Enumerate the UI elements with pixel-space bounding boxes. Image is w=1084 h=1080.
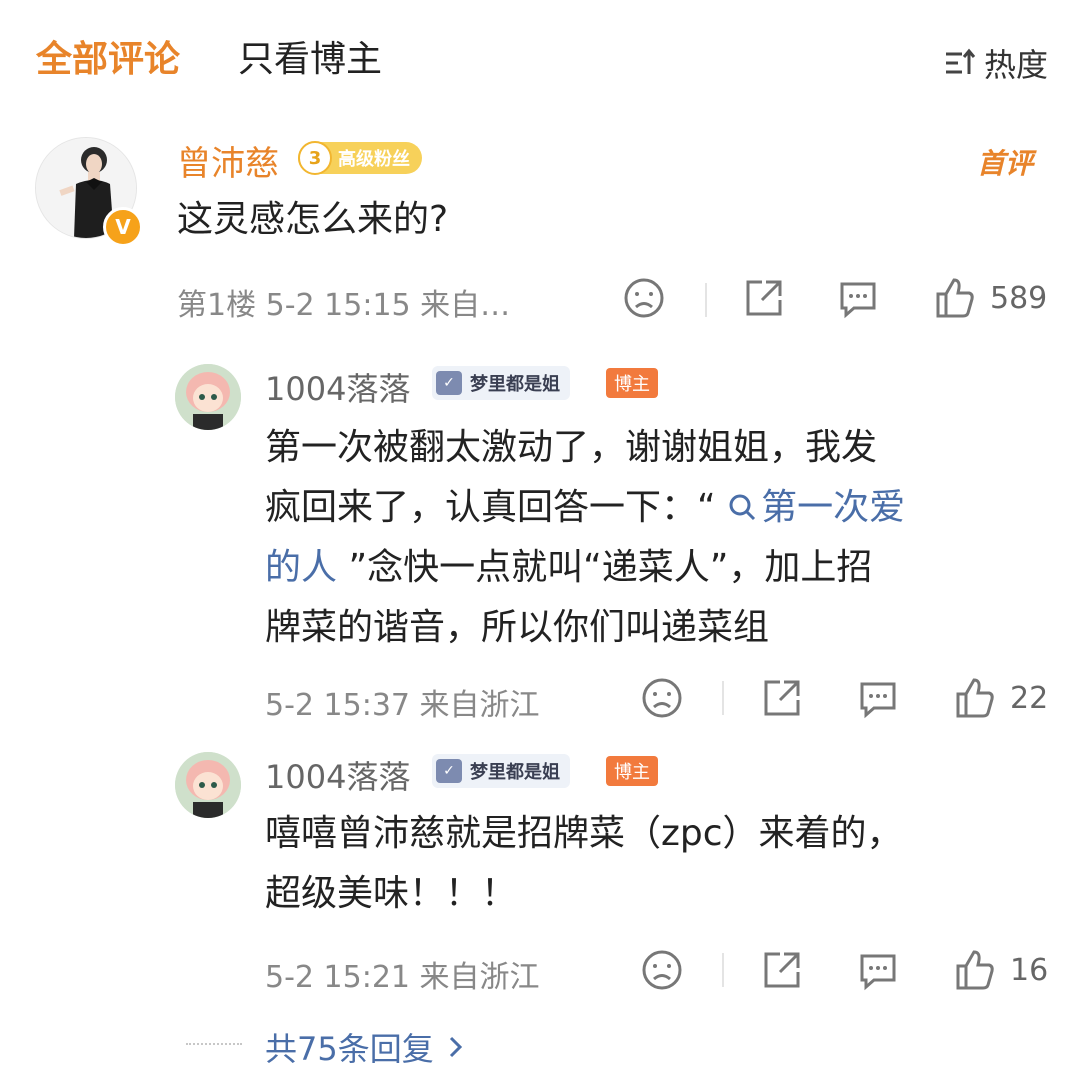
like-count: 22: [1010, 680, 1049, 716]
sort-icon: [946, 48, 976, 74]
more-replies-label: 共75条回复: [265, 1030, 434, 1068]
tab-all-comments[interactable]: 全部评论: [36, 40, 180, 80]
comment-meta: 第1楼 5-2 15:15 来自…: [177, 288, 511, 323]
reply-meta: 5-2 15:21 来自浙江: [265, 960, 540, 995]
like-button[interactable]: 16: [952, 948, 1048, 992]
sad-face-icon: [642, 678, 682, 718]
blogger-tag: 博主: [606, 368, 658, 398]
share-button[interactable]: [760, 676, 804, 720]
divider: [705, 283, 707, 317]
avatar-image: [175, 364, 241, 430]
dislike-button[interactable]: [622, 276, 666, 320]
share-icon: [746, 280, 782, 316]
share-icon: [764, 680, 800, 716]
fan-badge[interactable]: 3 高级粉丝: [298, 141, 422, 175]
tab-blogger-only[interactable]: 只看博主: [238, 40, 382, 80]
reply-button[interactable]: [856, 948, 900, 992]
topic-link-continued[interactable]: 的人: [265, 547, 337, 588]
reply-avatar[interactable]: [175, 364, 241, 430]
comment-icon: [860, 682, 896, 719]
first-comment-tag: 首评: [977, 147, 1034, 180]
sad-face-icon: [624, 278, 664, 318]
more-replies-link[interactable]: 共75条回复: [265, 1024, 466, 1070]
comment-icon: [860, 954, 896, 991]
share-icon: [764, 952, 800, 988]
reply-text-segment: 疯回来了，认真回答一下：“: [265, 487, 728, 528]
reply-text-segment: ”念快一点就叫“递菜人”，加上招: [337, 547, 873, 588]
topic-link-text: 第一次爱: [761, 487, 906, 528]
fan-badge-label: 高级粉丝: [338, 149, 410, 170]
reply-avatar[interactable]: [175, 752, 241, 818]
topic-link[interactable]: 第一次爱: [727, 487, 905, 528]
search-icon: [729, 494, 756, 521]
dislike-button[interactable]: [640, 948, 684, 992]
reply-text-line: 牌菜的谐音，所以你们叫递菜组: [265, 607, 770, 648]
reply-text: 嘻嘻曾沛慈就是招牌菜（zpc）来着的， 超级美味！！！: [265, 804, 1055, 924]
sort-button[interactable]: 热度: [944, 40, 1048, 86]
like-button[interactable]: 589: [932, 276, 1047, 320]
thumbs-up-icon: [936, 278, 974, 318]
dislike-button[interactable]: [640, 676, 684, 720]
chevron-right-icon: [449, 1036, 462, 1058]
reply-text-line: 的人 ”念快一点就叫“递菜人”，加上招: [265, 538, 1055, 598]
reply-username[interactable]: 1004落落: [265, 752, 410, 798]
share-button[interactable]: [742, 276, 786, 320]
share-button[interactable]: [760, 948, 804, 992]
blogger-tag: 博主: [606, 756, 658, 786]
dotted-divider: [186, 1043, 242, 1045]
like-count: 589: [990, 280, 1048, 316]
group-badge-icon: ✓: [436, 759, 462, 783]
sort-label: 热度: [984, 46, 1049, 84]
reply-text-line: 疯回来了，认真回答一下：“ 第一次爱: [265, 478, 1055, 538]
comment-text: 这灵感怎么来的?: [177, 199, 449, 240]
group-badge[interactable]: ✓ 梦里都是姐: [432, 366, 570, 400]
reply-meta: 5-2 15:37 来自浙江: [265, 688, 540, 723]
like-button[interactable]: 22: [952, 676, 1048, 720]
avatar-image: [175, 752, 241, 818]
reply-text-line: 嘻嘻曾沛慈就是招牌菜（zpc）来着的，: [265, 813, 903, 854]
group-badge-icon: ✓: [436, 371, 462, 395]
fan-level-icon: 3: [298, 141, 332, 175]
reply-text-line: 超级美味！！！: [265, 873, 518, 914]
divider: [722, 681, 724, 715]
reply-text: 第一次被翻太激动了，谢谢姐姐，我发 疯回来了，认真回答一下：“ 第一次爱 的人 …: [265, 418, 1055, 658]
thumbs-up-icon: [956, 950, 994, 990]
comment-username[interactable]: 曾沛慈: [177, 136, 279, 185]
reply-button[interactable]: [856, 676, 900, 720]
verified-icon: V: [103, 207, 143, 247]
sad-face-icon: [642, 950, 682, 990]
reply-button[interactable]: [836, 276, 880, 320]
like-count: 16: [1010, 952, 1049, 988]
group-badge-label: 梦里都是姐: [470, 374, 560, 395]
group-badge-label: 梦里都是姐: [470, 762, 560, 783]
comment-icon: [840, 282, 876, 319]
reply-text-line: 第一次被翻太激动了，谢谢姐姐，我发: [265, 427, 878, 468]
reply-username[interactable]: 1004落落: [265, 364, 410, 410]
thumbs-up-icon: [956, 678, 994, 718]
divider: [722, 953, 724, 987]
group-badge[interactable]: ✓ 梦里都是姐: [432, 754, 570, 788]
